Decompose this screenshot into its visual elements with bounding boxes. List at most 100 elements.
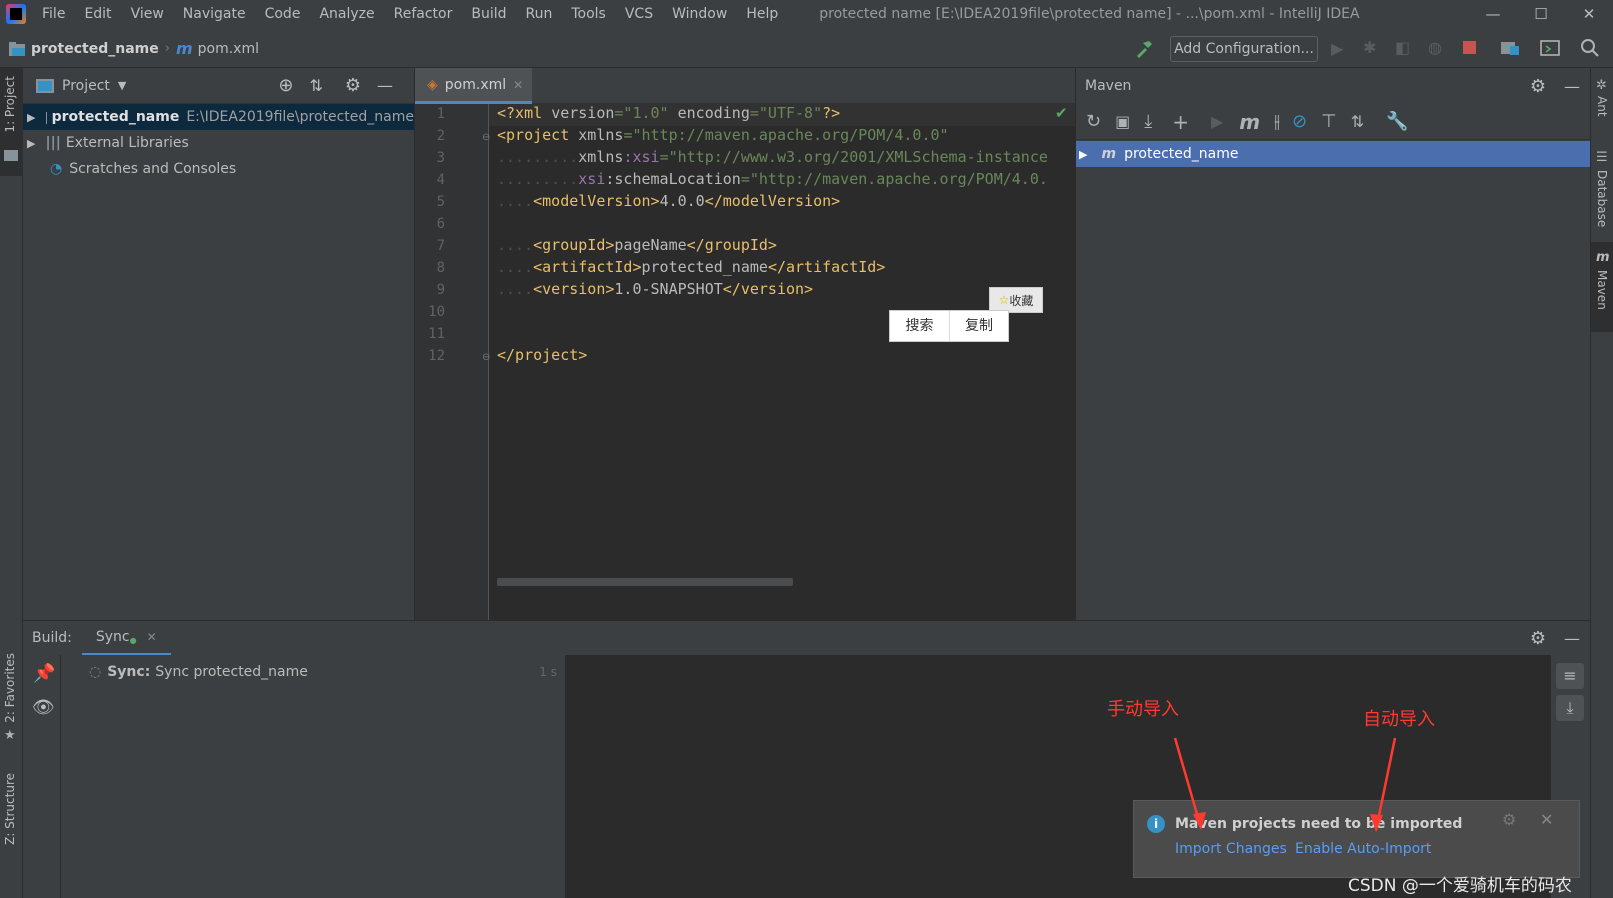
menu-build[interactable]: Build	[471, 6, 506, 22]
collapse-all-icon[interactable]: ⇅	[309, 76, 322, 95]
debug-icon[interactable]: ✱	[1363, 38, 1376, 57]
breadcrumb-project[interactable]: protected_name	[31, 41, 159, 57]
token: ="http://www.w3.org/2001/XMLSchema-insta…	[659, 148, 1048, 166]
settings-gear-icon[interactable]: ⚙	[1502, 810, 1516, 829]
maximize-icon[interactable]: ☐	[1517, 5, 1565, 23]
minimize-icon[interactable]: —	[1469, 5, 1517, 23]
horizontal-scrollbar[interactable]	[497, 578, 793, 586]
token: <artifactId>	[533, 258, 642, 276]
tab-sync[interactable]: Sync ● ✕	[81, 621, 171, 656]
maven-tool-tab[interactable]: m Maven	[1591, 242, 1613, 332]
tree-external-libraries-row[interactable]: ▶ ||| External Libraries	[23, 130, 414, 156]
info-icon: i	[1147, 815, 1165, 833]
expand-arrow-icon[interactable]: ▶	[27, 137, 35, 150]
expand-arrow-icon[interactable]: ▶	[27, 111, 35, 124]
project-tool-tab[interactable]: 1: Project	[0, 68, 23, 176]
download-icon[interactable]: ⤓	[1144, 111, 1152, 132]
copy-popup-button[interactable]: 复制	[950, 311, 1008, 341]
skip-tests-icon[interactable]: ⊘	[1292, 111, 1307, 132]
project-view-icon	[36, 78, 54, 93]
whitespace-dots: ....	[497, 280, 534, 298]
ant-tool-tab[interactable]: Ant	[1595, 96, 1609, 117]
title-bar: File Edit View Navigate Code Analyze Ref…	[0, 0, 1613, 28]
settings-gear-icon[interactable]: ⚙	[1530, 628, 1546, 649]
build-label: Build:	[32, 630, 72, 646]
menu-vcs[interactable]: VCS	[625, 6, 653, 22]
whitespace-dots: .........	[497, 148, 579, 166]
settings-gear-icon[interactable]: ⚙	[1530, 76, 1546, 97]
code-text-area[interactable]: <?xml version="1.0" encoding="UTF-8"?> <…	[489, 104, 1075, 614]
menu-view[interactable]: View	[131, 6, 164, 22]
add-icon[interactable]: +	[1172, 110, 1189, 134]
profile-icon[interactable]: ◍	[1428, 38, 1442, 57]
hide-panel-icon[interactable]: —	[1564, 77, 1580, 96]
project-structure-icon[interactable]	[1500, 39, 1520, 56]
token: :schemaLocation	[605, 170, 741, 188]
line-number: 2	[436, 128, 445, 144]
menu-analyze[interactable]: Analyze	[319, 6, 374, 22]
add-configuration-button[interactable]: Add Configuration...	[1170, 36, 1318, 62]
close-tab-icon[interactable]: ✕	[513, 78, 523, 92]
run-icon[interactable]: ▶	[1331, 39, 1343, 58]
token: ="1.0"	[614, 104, 678, 122]
soft-wrap-icon[interactable]: ≡	[1556, 663, 1584, 689]
breadcrumb: protected_name › m pom.xml	[8, 39, 259, 58]
menu-tools[interactable]: Tools	[571, 6, 606, 22]
generate-sources-icon[interactable]: ▣	[1115, 112, 1130, 131]
root-module-path: E:\IDEA2019file\protected_name	[186, 109, 414, 125]
wrench-icon[interactable]: 🔧	[1386, 111, 1408, 132]
toggle-offline-icon[interactable]: ⫲	[1274, 111, 1280, 132]
menu-file[interactable]: File	[42, 6, 65, 22]
tree-root-row[interactable]: ▶ protected_name E:\IDEA2019file\protect…	[23, 104, 414, 130]
token: protected_name	[641, 258, 768, 276]
run-icon[interactable]: ▶	[1211, 112, 1223, 131]
token: encoding	[677, 104, 750, 122]
scroll-to-end-icon[interactable]: ⤓	[1556, 695, 1584, 721]
tab-pom-xml[interactable]: ◈ pom.xml ✕	[415, 68, 532, 104]
menu-help[interactable]: Help	[746, 6, 778, 22]
tree-scratches-row[interactable]: ◔ Scratches and Consoles	[23, 156, 414, 182]
execute-goal-icon[interactable]: m	[1239, 110, 1260, 134]
menu-run[interactable]: Run	[526, 6, 553, 22]
menu-code[interactable]: Code	[265, 6, 301, 22]
database-tool-tab[interactable]: Database	[1595, 170, 1609, 227]
token: <project	[497, 126, 579, 144]
line-number: 11	[428, 326, 445, 342]
locate-icon[interactable]: ⊕	[278, 75, 293, 96]
eye-icon[interactable]: 👁	[32, 697, 55, 718]
sync-row[interactable]: ◌ Sync: Sync protected_name 1 s	[61, 661, 565, 683]
sync-text: Sync protected_name	[155, 664, 308, 680]
enable-auto-import-link[interactable]: Enable Auto-Import	[1295, 841, 1431, 857]
menu-navigate[interactable]: Navigate	[183, 6, 246, 22]
expand-arrow-icon[interactable]: ▶	[1079, 148, 1087, 161]
close-notification-icon[interactable]: ✕	[1540, 810, 1553, 829]
reimport-icon[interactable]: ↻	[1086, 111, 1101, 132]
line-number: 9	[436, 282, 445, 298]
build-hammer-icon[interactable]	[1134, 39, 1154, 59]
breadcrumb-file[interactable]: pom.xml	[198, 41, 259, 57]
settings-gear-icon[interactable]: ⚙	[345, 75, 361, 96]
stop-icon[interactable]	[1463, 41, 1476, 54]
menu-refactor[interactable]: Refactor	[394, 6, 453, 22]
import-changes-link[interactable]: Import Changes	[1175, 841, 1287, 857]
project-view-selector[interactable]: Project	[62, 78, 110, 94]
pin-icon[interactable]: 📌	[33, 663, 55, 684]
menu-edit[interactable]: Edit	[84, 6, 111, 22]
hide-panel-icon[interactable]: —	[1564, 629, 1580, 648]
token: </modelVersion>	[704, 192, 841, 210]
show-dependencies-icon[interactable]: ⊤	[1321, 111, 1337, 132]
hide-panel-icon[interactable]: —	[377, 76, 393, 95]
close-tab-icon[interactable]: ✕	[147, 630, 157, 644]
favorites-tool-tab[interactable]: 2: Favorites	[3, 653, 17, 723]
coverage-icon[interactable]: ◧	[1395, 38, 1410, 57]
dropdown-arrow-icon[interactable]: ▼	[118, 79, 126, 92]
search-popup-button[interactable]: 搜索	[890, 311, 950, 341]
maven-project-row[interactable]: ▶ m protected_name	[1076, 141, 1590, 167]
collapse-all-icon[interactable]: ⇅	[1351, 112, 1364, 131]
menu-window[interactable]: Window	[672, 6, 727, 22]
terminal-icon[interactable]	[1540, 39, 1560, 57]
structure-tool-tab[interactable]: Z: Structure	[3, 773, 17, 845]
close-window-icon[interactable]: ✕	[1565, 5, 1613, 23]
search-icon[interactable]	[1580, 38, 1600, 58]
build-tree: ◌ Sync: Sync protected_name 1 s	[61, 655, 565, 898]
